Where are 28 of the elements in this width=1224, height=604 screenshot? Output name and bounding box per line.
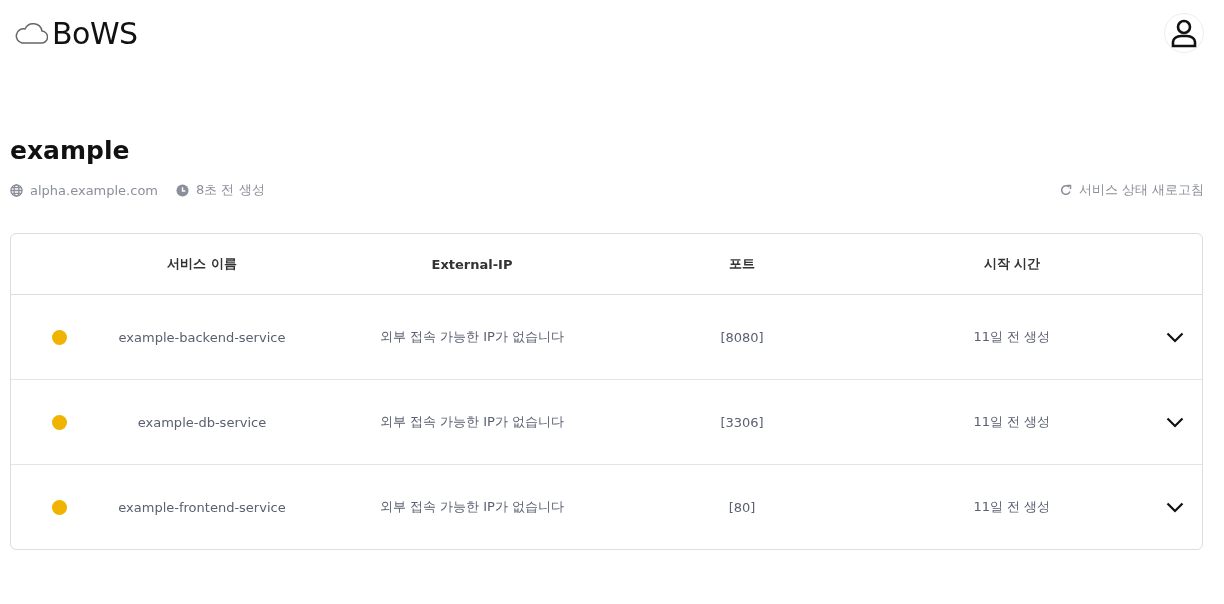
column-header: 시작 시간	[982, 255, 1042, 273]
expand-chevron-button[interactable]	[1166, 331, 1184, 343]
start-time: 11일 전 생성	[972, 328, 1052, 346]
external-ip: 외부 접속 가능한 IP가 없습니다	[378, 328, 566, 346]
port: [3306]	[719, 414, 765, 430]
project-title: example	[10, 136, 131, 165]
service-name: example-db-service	[136, 414, 268, 430]
clock-icon	[176, 183, 190, 197]
domain-text: alpha.example.com	[30, 182, 159, 198]
globe-icon	[10, 183, 23, 197]
cloud-icon	[14, 22, 48, 44]
port: [8080]	[719, 329, 765, 345]
column-header: 서비스 이름	[166, 255, 238, 273]
user-profile-button[interactable]	[1164, 13, 1204, 53]
start-time: 11일 전 생성	[972, 498, 1052, 516]
expand-chevron-button[interactable]	[1166, 501, 1184, 513]
service-name: example-backend-service	[117, 329, 287, 345]
refresh-icon	[1059, 184, 1072, 196]
column-header: External-IP	[430, 256, 514, 272]
expand-chevron-button[interactable]	[1166, 416, 1184, 428]
service-name: example-frontend-service	[117, 499, 287, 515]
port: [80]	[727, 499, 757, 515]
external-ip: 외부 접속 가능한 IP가 없습니다	[378, 498, 566, 516]
logo-text[interactable]: BoWS	[52, 15, 138, 51]
start-time: 11일 전 생성	[972, 413, 1052, 431]
external-ip: 외부 접속 가능한 IP가 없습니다	[378, 413, 566, 431]
created-time: 8초 전 생성	[196, 181, 265, 199]
column-header: 포트	[728, 255, 756, 273]
